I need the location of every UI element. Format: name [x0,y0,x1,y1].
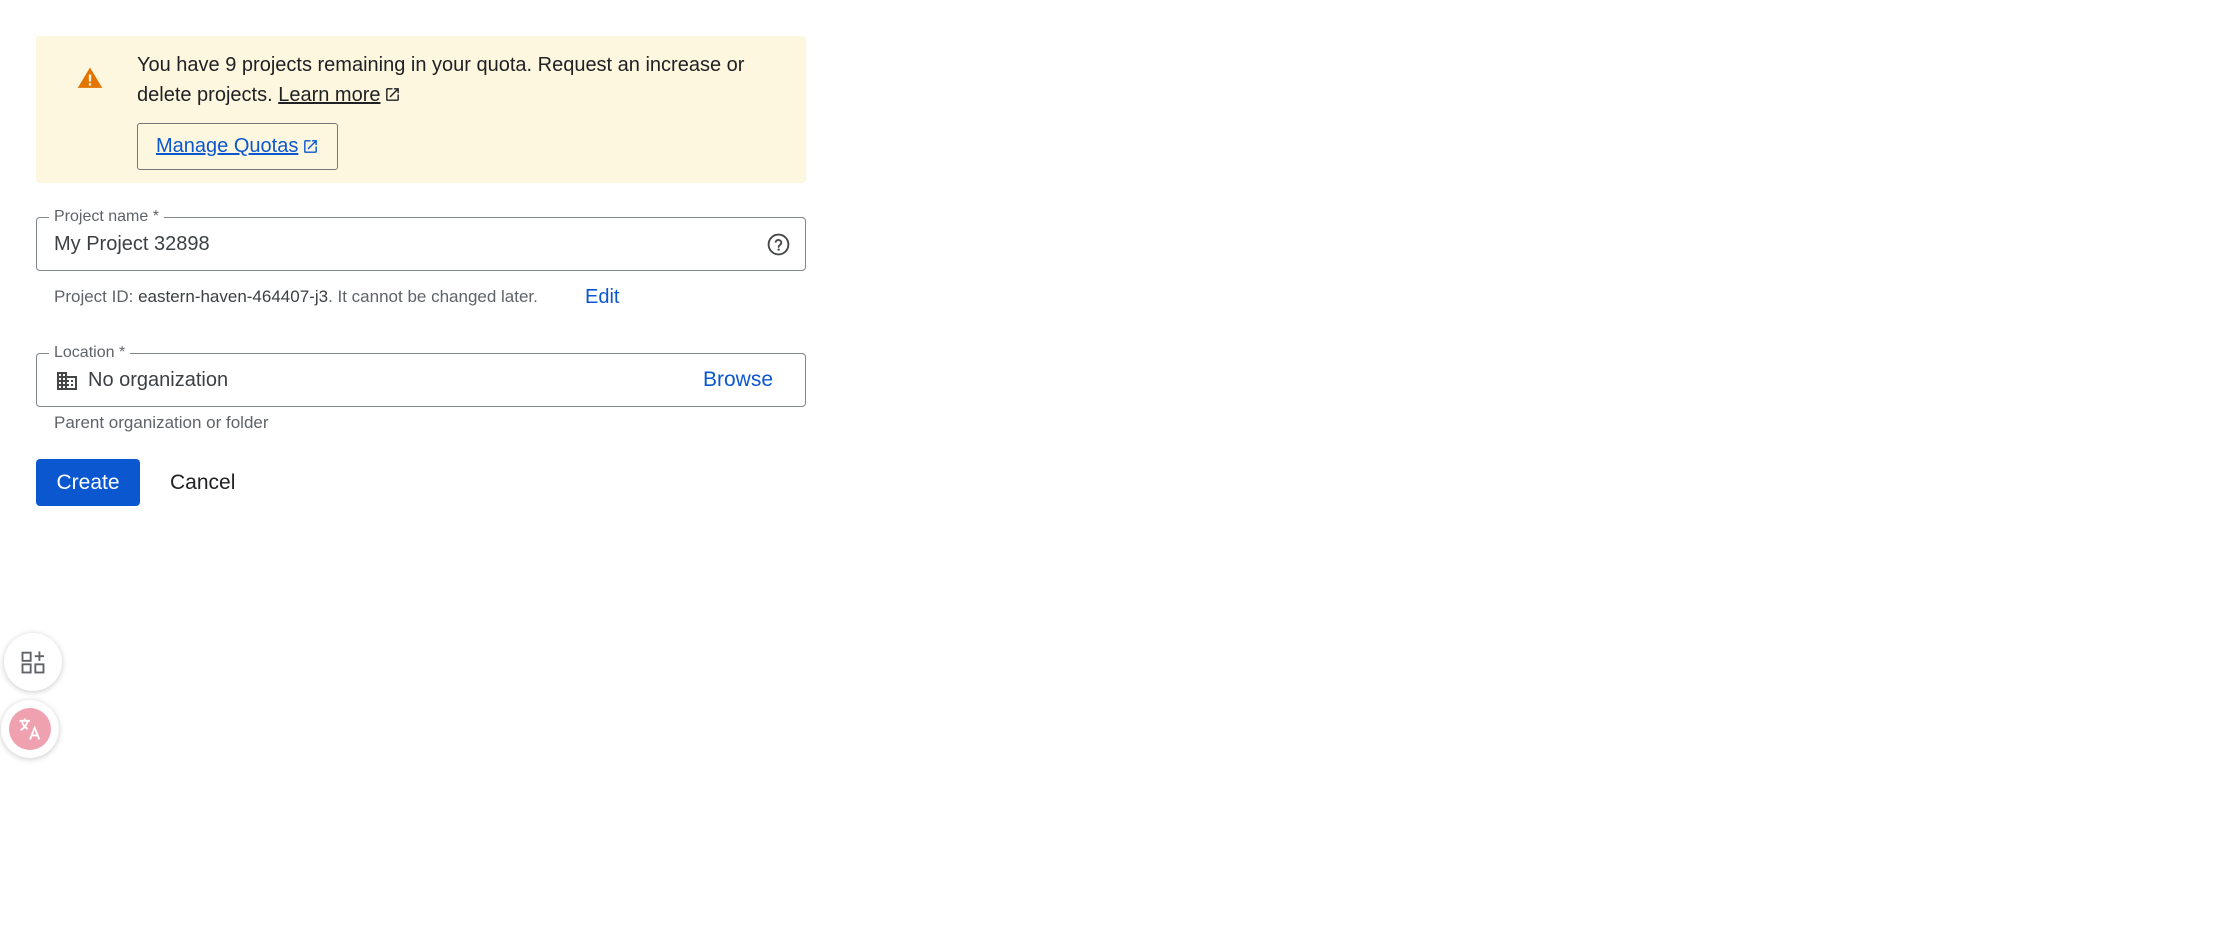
quota-warning-banner: You have 9 projects remaining in your qu… [36,36,806,183]
translate-button[interactable] [1,700,59,758]
learn-more-label: Learn more [278,84,381,106]
external-link-icon [304,140,318,153]
apps-add-icon [21,651,45,674]
project-name-field[interactable]: Project name * [36,207,806,271]
help-circle-icon[interactable] [766,232,791,257]
building-icon [57,372,77,390]
project-name-input[interactable] [54,218,734,270]
edit-project-id-link[interactable]: Edit [585,283,619,311]
project-id-prefix: Project ID: [54,287,134,306]
manage-quotas-button[interactable]: Manage Quotas [137,123,339,170]
cancel-button[interactable]: Cancel [160,459,245,506]
location-hint: Parent organization or folder [54,413,269,432]
manage-quotas-label: Manage Quotas [156,135,299,157]
create-project-page: You have 9 projects remaining in your qu… [0,0,2240,926]
learn-more-link[interactable]: Learn more [278,84,380,106]
quota-message-text: You have 9 projects remaining in your qu… [137,54,745,106]
create-button[interactable]: Create [36,459,140,506]
quota-message: You have 9 projects remaining in your qu… [137,50,787,110]
location-value: No organization [88,369,229,391]
project-id-text: Project ID: eastern-haven-464407-j3. It … [54,285,538,309]
project-id-suffix: . It cannot be changed later. [328,287,538,306]
browse-button[interactable]: Browse [703,354,773,406]
external-link-icon [386,88,400,101]
translate-icon [19,718,41,740]
warning-icon [77,67,103,88]
location-field[interactable]: Location * No organization Browse [36,343,806,407]
apps-add-button[interactable] [4,633,62,691]
project-id-value: eastern-haven-464407-j3 [138,287,329,306]
